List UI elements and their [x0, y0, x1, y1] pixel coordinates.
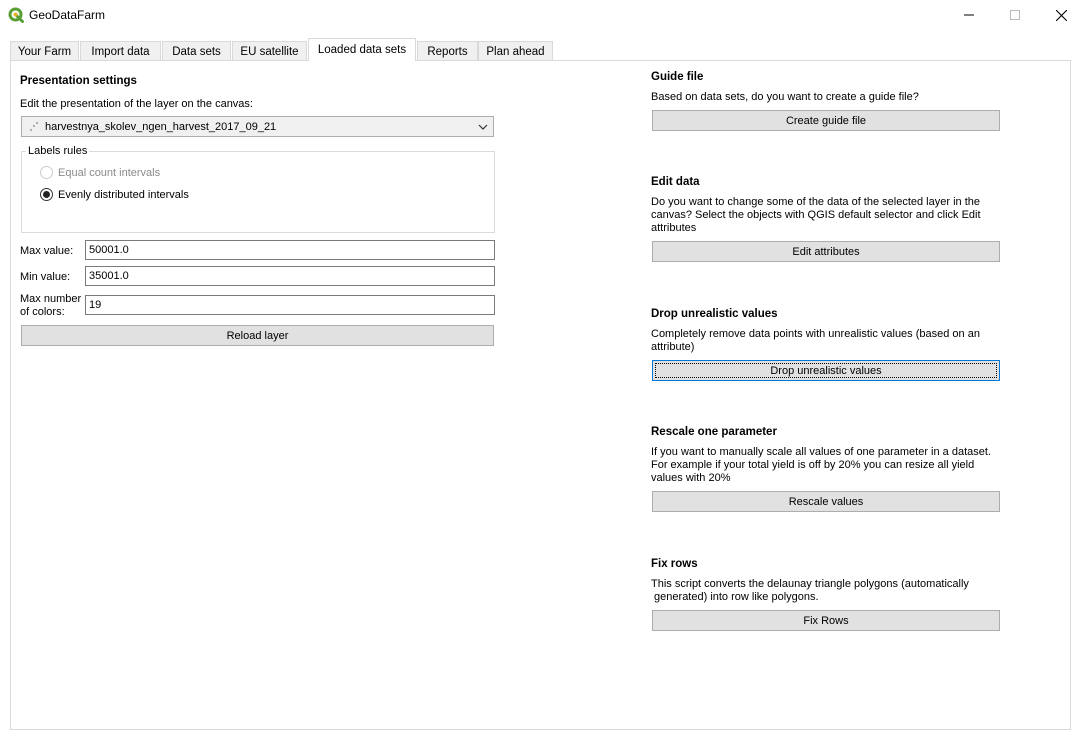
rescale-parameter-heading: Rescale one parameter: [651, 426, 777, 438]
rescale-values-button[interactable]: Rescale values: [652, 491, 1000, 512]
fix-rows-button-label: Fix Rows: [803, 614, 849, 627]
create-guide-file-button[interactable]: Create guide file: [652, 110, 1000, 131]
radio-selected-dot: [43, 191, 50, 198]
evenly-distributed-radio[interactable]: [40, 188, 53, 201]
fix-rows-desc-line1: This script converts the delaunay triang…: [651, 578, 969, 590]
qgis-logo-icon: [8, 7, 24, 23]
close-button[interactable]: [1038, 0, 1084, 30]
reload-layer-button[interactable]: Reload layer: [21, 325, 494, 346]
max-value-label: Max value:: [20, 245, 74, 257]
guide-file-heading: Guide file: [651, 71, 704, 83]
drop-unrealistic-values-button[interactable]: Drop unrealistic values: [652, 360, 1000, 381]
tab-plan-ahead[interactable]: Plan ahead: [478, 41, 553, 61]
chevron-down-icon: [478, 124, 488, 130]
evenly-distributed-label: Evenly distributed intervals: [58, 189, 189, 201]
minimize-button[interactable]: [946, 0, 992, 30]
edit-attributes-button-label: Edit attributes: [792, 245, 860, 258]
close-icon: [1055, 9, 1067, 21]
edit-data-desc-line1: Do you want to change some of the data o…: [651, 196, 980, 208]
fix-rows-heading: Fix rows: [651, 558, 698, 570]
fix-rows-button[interactable]: Fix Rows: [652, 610, 1000, 631]
guide-file-desc: Based on data sets, do you want to creat…: [651, 91, 919, 103]
reload-layer-button-label: Reload layer: [226, 329, 289, 342]
minimize-icon: [964, 14, 974, 16]
max-colors-label-line1: Max number: [20, 293, 82, 305]
edit-attributes-button[interactable]: Edit attributes: [652, 241, 1000, 262]
tab-import-data[interactable]: Import data: [80, 41, 161, 61]
min-value-label: Min value:: [20, 271, 71, 283]
rescale-desc-line2: For example if your total yield is off b…: [651, 459, 975, 471]
window-title: GeoDataFarm: [29, 8, 106, 22]
drop-unrealistic-desc-line1: Completely remove data points with unrea…: [651, 328, 980, 340]
edit-data-desc-line2: canvas? Select the objects with QGIS def…: [651, 209, 981, 221]
maximize-icon: [1010, 10, 1020, 20]
edit-data-desc-line3: attributes: [651, 222, 697, 234]
title-bar: GeoDataFarm: [0, 0, 1084, 30]
rescale-values-button-label: Rescale values: [788, 495, 864, 508]
maximize-button[interactable]: [992, 0, 1038, 30]
tab-eu-satellite[interactable]: EU satellite: [232, 41, 307, 61]
max-value-input[interactable]: [85, 240, 495, 260]
drop-unrealistic-desc-line2: attribute): [651, 341, 695, 353]
max-colors-label-line2: of colors:: [20, 306, 65, 318]
presentation-settings-heading: Presentation settings: [20, 75, 137, 87]
layer-select[interactable]: harvestnya_skolev_ngen_harvest_2017_09_2…: [21, 116, 494, 137]
min-value-input[interactable]: [85, 266, 495, 286]
equal-count-radio[interactable]: [40, 166, 53, 179]
labels-rules-legend: Labels rules: [26, 145, 90, 157]
create-guide-file-button-label: Create guide file: [785, 114, 867, 127]
tab-loaded-data-sets[interactable]: Loaded data sets: [308, 38, 416, 61]
max-colors-input[interactable]: [85, 295, 495, 315]
tab-your-farm[interactable]: Your Farm: [10, 41, 79, 61]
focus-ring: [655, 363, 997, 378]
drop-unrealistic-heading: Drop unrealistic values: [651, 308, 778, 320]
tab-data-sets[interactable]: Data sets: [162, 41, 231, 61]
layer-select-value: harvestnya_skolev_ngen_harvest_2017_09_2…: [45, 121, 277, 133]
point-layer-icon: [30, 122, 38, 131]
equal-count-label: Equal count intervals: [58, 167, 161, 179]
rescale-desc-line3: values with 20%: [651, 472, 731, 484]
fix-rows-desc-line2: generated) into row like polygons.: [651, 591, 819, 603]
rescale-desc-line1: If you want to manually scale all values…: [651, 446, 991, 458]
edit-data-heading: Edit data: [651, 176, 700, 188]
edit-presentation-label: Edit the presentation of the layer on th…: [20, 98, 253, 110]
tab-reports[interactable]: Reports: [417, 41, 478, 61]
